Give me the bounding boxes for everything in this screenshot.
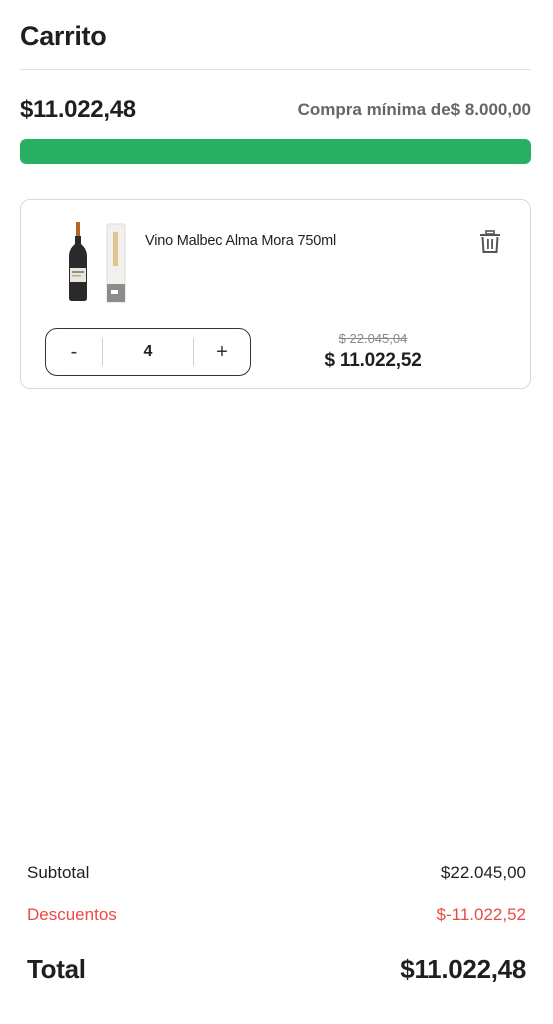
wine-bottle-icon xyxy=(69,222,126,303)
subtotal-value: $22.045,00 xyxy=(440,863,526,882)
total-label: Total xyxy=(27,953,86,984)
discount-row: Descuentos $-11.022,52 xyxy=(27,902,526,928)
remove-item-button[interactable] xyxy=(477,228,503,256)
product-name: Vino Malbec Alma Mora 750ml xyxy=(145,233,336,249)
discounted-price: $ 11.022,52 xyxy=(324,350,422,371)
subtotal-row: Subtotal $22.045,00 xyxy=(27,860,526,886)
trash-icon xyxy=(480,230,500,253)
decrement-quantity-button[interactable]: - xyxy=(46,329,102,375)
minimum-purchase-label: Compra mínima de$ 8.000,00 xyxy=(297,100,531,119)
subtotal-label: Subtotal xyxy=(27,863,90,882)
total-row: Total $11.022,48 xyxy=(27,950,526,988)
total-value: $11.022,48 xyxy=(400,953,526,984)
minimum-purchase-progress-info: $11.022,48 Compra mínima de$ 8.000,00 xyxy=(20,94,531,126)
progress-bar-fill xyxy=(20,139,531,164)
quantity-stepper: - 4 + xyxy=(45,328,251,376)
page-header: Carrito xyxy=(20,18,531,70)
cart-item: Vino Malbec Alma Mora 750ml - 4 + $ 22.0… xyxy=(20,199,531,389)
page-title: Carrito xyxy=(20,21,107,51)
discount-label: Descuentos xyxy=(27,905,117,924)
original-price: $ 22.045,04 xyxy=(338,331,408,346)
discount-value: $-11.022,52 xyxy=(436,905,526,924)
product-image[interactable] xyxy=(65,222,129,304)
minimum-purchase-progress-bar xyxy=(20,139,531,164)
cart-current-amount: $11.022,48 xyxy=(20,96,136,123)
quantity-value[interactable]: 4 xyxy=(103,343,193,361)
increment-quantity-button[interactable]: + xyxy=(194,329,250,375)
